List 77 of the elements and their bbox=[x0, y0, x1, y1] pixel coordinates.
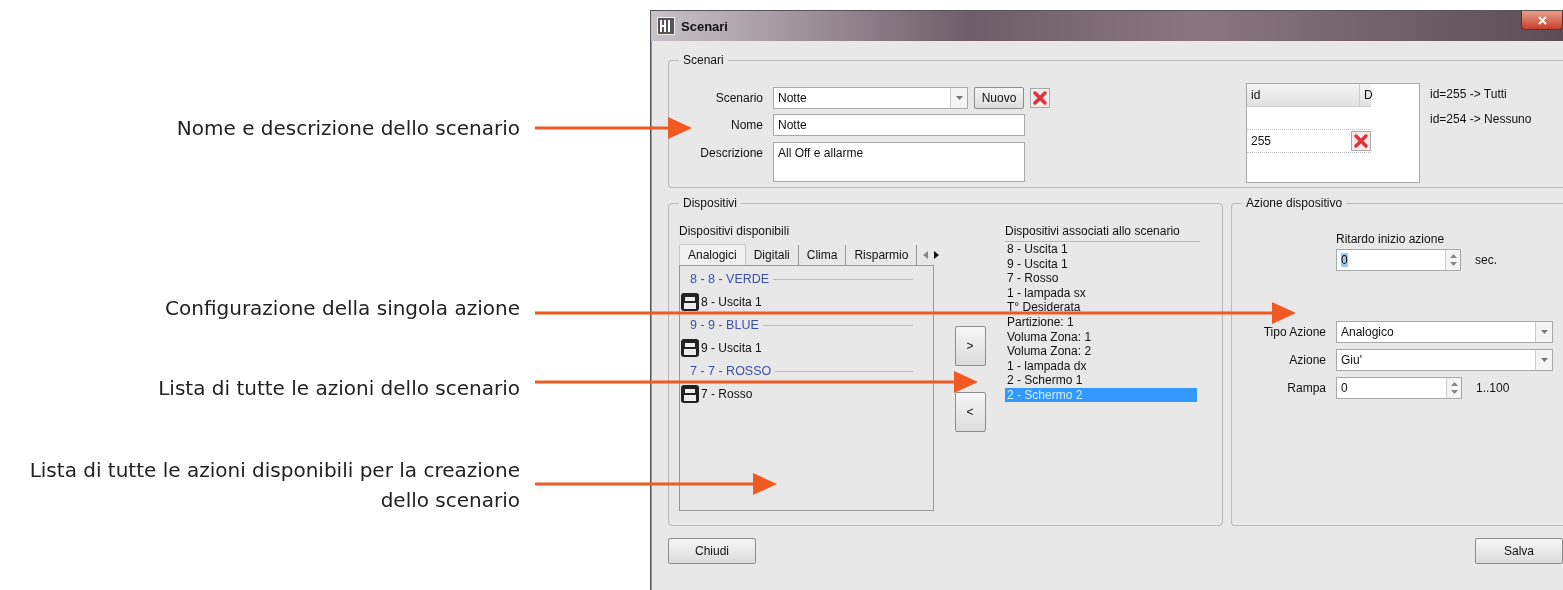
annotation-text: Lista di tutte le azioni disponibili per la creazione dello scenario bbox=[28, 457, 520, 514]
list-item[interactable]: 2 - Schermo 1 bbox=[1005, 373, 1197, 388]
group-header: 8 - 8 - VERDE bbox=[690, 272, 770, 286]
list-item[interactable]: 7 - Rosso bbox=[701, 387, 753, 401]
scenario-dropdown[interactable]: Notte bbox=[773, 87, 968, 109]
group-header: 9 - 9 - BLUE bbox=[690, 318, 759, 332]
list-item[interactable]: 8 - Uscita 1 bbox=[701, 295, 762, 309]
list-item[interactable]: 7 - Rosso bbox=[1005, 271, 1197, 286]
add-button[interactable]: > bbox=[954, 326, 986, 366]
window-title: Scenari bbox=[681, 18, 728, 34]
field-label: Descrizione bbox=[699, 144, 763, 160]
range-label: 1..100 bbox=[1476, 381, 1510, 395]
scroll-left-icon[interactable] bbox=[923, 250, 929, 259]
tab[interactable]: Risparmio bbox=[846, 244, 918, 265]
action-dropdown[interactable]: Giu' bbox=[1336, 349, 1553, 371]
up-down-icon bbox=[1449, 253, 1457, 267]
note-text: id=254 -> Nessuno bbox=[1430, 112, 1532, 126]
spin-buttons[interactable] bbox=[1446, 378, 1461, 398]
new-button[interactable]: Nuovo bbox=[974, 87, 1024, 109]
app-icon bbox=[657, 17, 675, 35]
annotation-text: Nome e descrizione dello scenario bbox=[176, 115, 520, 142]
list-item[interactable]: T° Desiderata bbox=[1005, 300, 1197, 315]
list-item[interactable]: 8 - Uscita 1 bbox=[1005, 242, 1197, 257]
device-icon bbox=[680, 292, 700, 312]
close-icon bbox=[1537, 15, 1547, 25]
device-icon bbox=[680, 384, 700, 404]
field-value: 0 bbox=[1341, 253, 1348, 267]
dropdown-button[interactable] bbox=[1535, 350, 1552, 370]
field-label: Ritardo inizio azione bbox=[1336, 232, 1446, 246]
note-text: id=255 -> Tutti bbox=[1430, 87, 1508, 101]
field-label: Scenario bbox=[714, 90, 763, 105]
list-item[interactable]: 9 - Uscita 1 bbox=[1005, 256, 1197, 272]
ramp-spinner[interactable]: 0 bbox=[1336, 377, 1462, 399]
description-field[interactable]: All Off e allarme bbox=[773, 141, 1025, 182]
table-cell-text: 255 bbox=[1250, 133, 1273, 150]
group-label: Dispositivi bbox=[682, 196, 738, 210]
list-item[interactable]: 1 - lampada dx bbox=[1005, 358, 1197, 374]
delete-row-icon[interactable] bbox=[1351, 131, 1371, 151]
list-item[interactable]: 9 - Uscita 1 bbox=[701, 341, 762, 355]
annotation-text: Configurazione della singola azione bbox=[165, 295, 520, 322]
list-item[interactable]: Voluma Zona: 1 bbox=[1005, 329, 1197, 345]
save-button[interactable]: Salva bbox=[1475, 538, 1563, 564]
remove-button[interactable]: < bbox=[954, 392, 986, 432]
group-label: Scenari bbox=[682, 53, 725, 67]
annotation-text: Lista di tutte le azioni dello scenario bbox=[158, 375, 520, 402]
tab[interactable]: Digitali bbox=[745, 244, 799, 265]
dropdown-button[interactable] bbox=[950, 88, 967, 108]
unit-label: sec. bbox=[1475, 253, 1497, 267]
column-header: id bbox=[1250, 87, 1262, 104]
delay-spinner[interactable]: 0 bbox=[1336, 249, 1461, 271]
up-down-icon bbox=[1450, 381, 1458, 395]
group-header: 7 - 7 - ROSSO bbox=[690, 364, 772, 378]
field-label: Tipo Azione bbox=[1262, 324, 1326, 341]
list-label: Dispositivi associati allo scenario bbox=[1005, 224, 1200, 242]
tab[interactable]: Analogici bbox=[679, 244, 746, 265]
delete-icon[interactable] bbox=[1030, 88, 1050, 108]
field-label: Azione bbox=[1288, 352, 1326, 369]
close-dialog-button[interactable]: Chiudi bbox=[668, 538, 756, 564]
device-icon bbox=[680, 338, 700, 358]
field-label: Rampa bbox=[1286, 380, 1326, 397]
caret-icon bbox=[955, 96, 963, 100]
caret-icon bbox=[1540, 330, 1548, 334]
spin-buttons[interactable] bbox=[1445, 250, 1460, 270]
name-field[interactable]: Notte bbox=[773, 114, 1025, 137]
list-item[interactable]: Partizione: 1 bbox=[1005, 314, 1197, 330]
close-button[interactable] bbox=[1521, 11, 1563, 30]
list-item[interactable]: Voluma Zona: 2 bbox=[1005, 344, 1197, 359]
field-label: Nome bbox=[730, 117, 763, 133]
tab[interactable]: Clima bbox=[798, 244, 847, 265]
column-header: D bbox=[1359, 84, 1371, 106]
scroll-right-icon[interactable] bbox=[934, 250, 940, 259]
caret-icon bbox=[1540, 358, 1548, 362]
group-label: Azione dispositivo bbox=[1245, 196, 1344, 210]
list-label: Dispositivi disponibili bbox=[679, 224, 791, 238]
dropdown-button[interactable] bbox=[1535, 322, 1552, 342]
list-item[interactable]: 1 - lampada sx bbox=[1005, 285, 1197, 301]
action-type-dropdown[interactable]: Analogico bbox=[1336, 321, 1553, 343]
